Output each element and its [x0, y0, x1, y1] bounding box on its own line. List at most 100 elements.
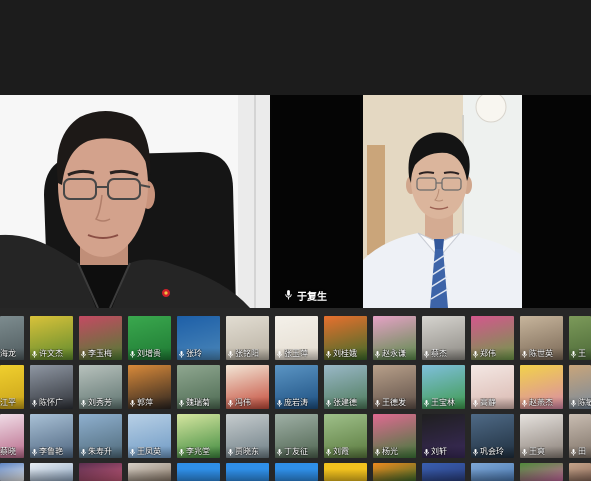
participant-label: 冯伟 — [228, 398, 269, 408]
participant-name: 魏瑞菊 — [186, 398, 210, 407]
microphone-icon — [522, 350, 527, 358]
participant-label: 海龙 — [0, 349, 24, 359]
participant-tile[interactable]: 郭萍 — [128, 365, 171, 409]
participant-name: 郭萍 — [137, 398, 153, 407]
participant-label: 田 — [571, 447, 591, 457]
speaker-tile-left[interactable] — [0, 95, 270, 308]
participant-tile[interactable]: 蔡晓 — [0, 414, 24, 458]
participant-tile[interactable]: 王德发 — [373, 365, 416, 409]
participant-name: 许文杰 — [39, 349, 63, 358]
participant-tile[interactable]: 巩会玲 — [471, 414, 514, 458]
microphone-icon — [424, 350, 429, 358]
participant-name: 王 — [578, 349, 586, 358]
participant-label: 张玉萍 — [277, 349, 318, 359]
microphone-icon — [228, 399, 233, 407]
participant-tile[interactable]: 王宝林 — [422, 365, 465, 409]
participant-label: 张玲 — [179, 349, 220, 359]
participant-name: 陈世英 — [529, 349, 553, 358]
participant-tile[interactable]: 刘霞 — [324, 414, 367, 458]
participant-tile[interactable]: 李玉梅 — [79, 316, 122, 360]
participant-label: 王德发 — [375, 398, 416, 408]
participant-grid: 海龙 许文杰 李玉梅 刘增贵 张玲 张铭阳 张玉萍 刘桂娥 赵永谦 蔡杰 郑伟 陈世英 王江平 陈怀广 刘秀… — [0, 316, 591, 481]
participant-label: 赵永谦 — [375, 349, 416, 359]
participant-tile[interactable]: 张玲 — [177, 316, 220, 360]
participant-tile[interactable] — [373, 463, 416, 481]
participant-tile[interactable]: 海龙 — [0, 316, 24, 360]
microphone-icon — [277, 399, 282, 407]
participant-tile[interactable] — [177, 463, 220, 481]
participant-tile[interactable]: 王 — [569, 316, 591, 360]
participant-label: 刘秀芳 — [81, 398, 122, 408]
participant-tile[interactable] — [422, 463, 465, 481]
speaker-video-left — [0, 95, 270, 308]
participant-tile[interactable]: 朱寿升 — [79, 414, 122, 458]
participant-tile[interactable]: 赵燕杰 — [520, 365, 563, 409]
participant-label: 王宝林 — [424, 398, 465, 408]
participant-name: 李兆堂 — [186, 447, 210, 456]
participant-label: 丁友征 — [277, 447, 318, 457]
participant-tile[interactable]: 刘桂娥 — [324, 316, 367, 360]
participant-tile[interactable] — [520, 463, 563, 481]
participant-tile[interactable]: 丁友征 — [275, 414, 318, 458]
participant-tile[interactable]: 陈敏 — [569, 365, 591, 409]
participant-tile[interactable]: 李鲁艳 — [30, 414, 73, 458]
participant-tile[interactable]: 蔡杰 — [422, 316, 465, 360]
participant-name: 李玉梅 — [88, 349, 112, 358]
participant-tile[interactable]: 杨光 — [373, 414, 416, 458]
participant-tile[interactable]: 庞岩涛 — [275, 365, 318, 409]
participant-name: 田 — [578, 447, 586, 456]
participant-tile[interactable]: 贾晓东 — [226, 414, 269, 458]
participant-label: 张建德 — [326, 398, 367, 408]
participant-tile[interactable] — [324, 463, 367, 481]
participant-tile[interactable]: 刘轩 — [422, 414, 465, 458]
participant-label: 贾晓东 — [228, 447, 269, 457]
participant-label: 张铭阳 — [228, 349, 269, 359]
participant-tile[interactable]: 田 — [569, 414, 591, 458]
participant-tile[interactable] — [275, 463, 318, 481]
microphone-icon — [375, 350, 380, 358]
microphone-icon — [473, 350, 478, 358]
speaker-tile-right[interactable]: 于复生 — [272, 95, 591, 308]
participant-tile[interactable]: 冯伟 — [226, 365, 269, 409]
participant-tile[interactable] — [471, 463, 514, 481]
participant-tile[interactable]: 江平 — [0, 365, 24, 409]
participant-name: 刘秀芳 — [88, 398, 112, 407]
microphone-icon — [32, 350, 37, 358]
participant-tile[interactable]: 陈世英 — [520, 316, 563, 360]
participant-name: 张建德 — [333, 398, 357, 407]
participant-tile[interactable]: 许文杰 — [30, 316, 73, 360]
participant-tile[interactable]: 赵永谦 — [373, 316, 416, 360]
microphone-icon — [179, 399, 184, 407]
participant-tile[interactable]: 郑伟 — [471, 316, 514, 360]
participant-tile[interactable] — [226, 463, 269, 481]
microphone-icon — [32, 448, 37, 456]
microphone-icon — [424, 399, 429, 407]
participant-tile[interactable] — [128, 463, 171, 481]
participant-tile[interactable]: 张铭阳 — [226, 316, 269, 360]
participant-tile[interactable]: 魏瑞菊 — [177, 365, 220, 409]
participant-tile[interactable] — [79, 463, 122, 481]
participant-name: 张铭阳 — [235, 349, 259, 358]
participant-tile[interactable]: 刘增贵 — [128, 316, 171, 360]
participant-tile[interactable]: 陈怀广 — [30, 365, 73, 409]
participant-tile[interactable]: 刘秀芳 — [79, 365, 122, 409]
microphone-icon — [522, 448, 527, 456]
participant-name: 王德发 — [382, 398, 406, 407]
lapel-pin-center — [164, 291, 168, 295]
participant-tile[interactable]: 张玉萍 — [275, 316, 318, 360]
participant-tile[interactable]: 张建德 — [324, 365, 367, 409]
participant-name: 巩会玲 — [480, 447, 504, 456]
participant-tile[interactable] — [30, 463, 73, 481]
participant-label: 刘轩 — [424, 447, 465, 457]
participant-tile[interactable]: 王爽 — [520, 414, 563, 458]
participant-tile[interactable]: 王凤英 — [128, 414, 171, 458]
participant-name: 杨光 — [382, 447, 398, 456]
participant-tile[interactable] — [569, 463, 591, 481]
participant-tile[interactable] — [0, 463, 24, 481]
participant-tile[interactable]: 李兆堂 — [177, 414, 220, 458]
microphone-icon — [571, 350, 576, 358]
participant-name: 张玉萍 — [284, 349, 308, 358]
microphone-icon — [130, 399, 135, 407]
participant-tile[interactable]: 高静 — [471, 365, 514, 409]
microphone-icon — [473, 399, 478, 407]
